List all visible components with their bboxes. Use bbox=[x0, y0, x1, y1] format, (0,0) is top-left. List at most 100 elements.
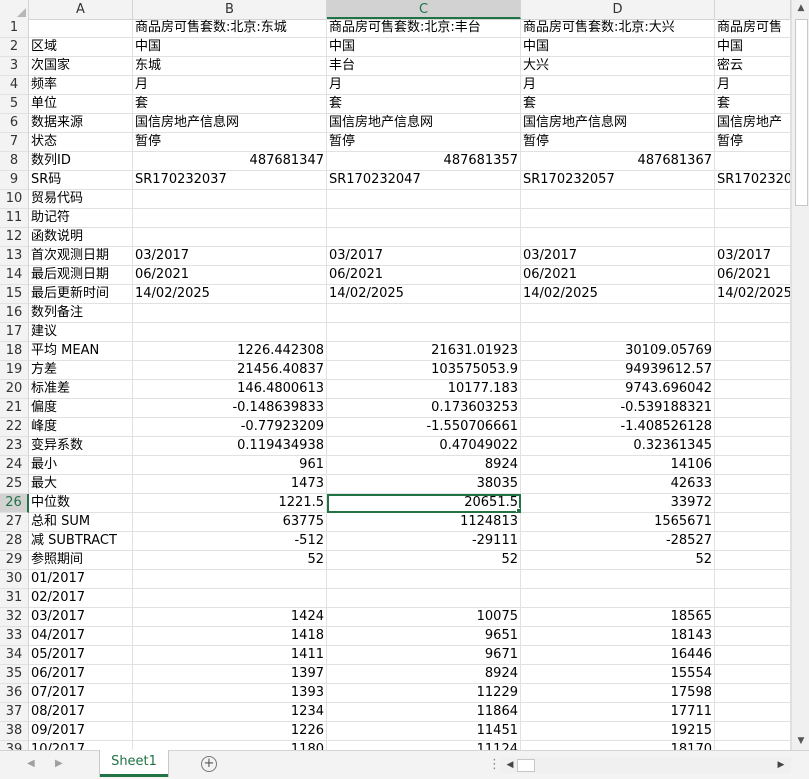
cell[interactable]: 月 bbox=[133, 76, 327, 95]
row-header[interactable]: 11 bbox=[0, 209, 29, 228]
cell[interactable] bbox=[327, 323, 521, 342]
cell[interactable]: 18143 bbox=[521, 627, 715, 646]
cell[interactable]: -0.77923209 bbox=[133, 418, 327, 437]
cell[interactable]: 商品房可售 bbox=[715, 19, 791, 38]
cell-label[interactable]: 中位数 bbox=[29, 494, 133, 513]
row-header[interactable]: 5 bbox=[0, 95, 29, 114]
cell[interactable] bbox=[715, 304, 791, 323]
cell[interactable] bbox=[715, 532, 791, 551]
cell[interactable]: 14/02/2025 bbox=[327, 285, 521, 304]
cell[interactable] bbox=[327, 589, 521, 608]
row-header[interactable]: 10 bbox=[0, 190, 29, 209]
cell[interactable]: 暂停 bbox=[521, 133, 715, 152]
cell-label[interactable]: 01/2017 bbox=[29, 570, 133, 589]
cell-label[interactable]: 峰度 bbox=[29, 418, 133, 437]
cell[interactable] bbox=[521, 589, 715, 608]
cell[interactable] bbox=[133, 323, 327, 342]
cell-label[interactable]: 数列ID bbox=[29, 152, 133, 171]
cell[interactable] bbox=[133, 190, 327, 209]
cell[interactable] bbox=[327, 209, 521, 228]
cell[interactable]: 11229 bbox=[327, 684, 521, 703]
cell-label[interactable]: 首次观测日期 bbox=[29, 247, 133, 266]
row-header[interactable]: 34 bbox=[0, 646, 29, 665]
cell[interactable] bbox=[715, 342, 791, 361]
cell-label[interactable]: 次国家 bbox=[29, 57, 133, 76]
cell[interactable]: 52 bbox=[327, 551, 521, 570]
row-header[interactable]: 21 bbox=[0, 399, 29, 418]
triangle-left-icon[interactable]: ◀ bbox=[27, 758, 35, 769]
cell[interactable]: 961 bbox=[133, 456, 327, 475]
row-header[interactable]: 9 bbox=[0, 171, 29, 190]
cell-label[interactable]: 单位 bbox=[29, 95, 133, 114]
cell[interactable]: 11451 bbox=[327, 722, 521, 741]
cell[interactable]: 06/2021 bbox=[715, 266, 791, 285]
row-header[interactable]: 6 bbox=[0, 114, 29, 133]
cell[interactable]: 商品房可售套数:北京:丰台 bbox=[327, 19, 521, 38]
cell-label[interactable]: 03/2017 bbox=[29, 608, 133, 627]
column-header-a[interactable]: A bbox=[29, 0, 133, 19]
triangle-right-icon[interactable]: ▶ bbox=[55, 758, 63, 769]
cell[interactable]: 42633 bbox=[521, 475, 715, 494]
cell-label[interactable]: 平均 MEAN bbox=[29, 342, 133, 361]
cell[interactable]: 10075 bbox=[327, 608, 521, 627]
cell[interactable]: 9671 bbox=[327, 646, 521, 665]
cell[interactable] bbox=[715, 228, 791, 247]
row-header[interactable]: 7 bbox=[0, 133, 29, 152]
column-header-e[interactable] bbox=[715, 0, 791, 19]
row-header[interactable]: 22 bbox=[0, 418, 29, 437]
row-header[interactable]: 37 bbox=[0, 703, 29, 722]
cell[interactable]: 30109.05769 bbox=[521, 342, 715, 361]
cell-label[interactable]: 状态 bbox=[29, 133, 133, 152]
cell[interactable] bbox=[521, 209, 715, 228]
cell[interactable]: 17598 bbox=[521, 684, 715, 703]
cell[interactable]: 商品房可售套数:北京:东城 bbox=[133, 19, 327, 38]
cell[interactable] bbox=[133, 304, 327, 323]
cell[interactable]: SR170232047 bbox=[327, 171, 521, 190]
cell[interactable] bbox=[715, 589, 791, 608]
cell-label[interactable]: 贸易代码 bbox=[29, 190, 133, 209]
cell-label[interactable]: 数列备注 bbox=[29, 304, 133, 323]
row-header[interactable]: 12 bbox=[0, 228, 29, 247]
cell[interactable] bbox=[715, 380, 791, 399]
cell[interactable]: 国信房地产信息网 bbox=[521, 114, 715, 133]
cell[interactable]: 06/2021 bbox=[133, 266, 327, 285]
cell-label[interactable]: 最大 bbox=[29, 475, 133, 494]
column-header-b[interactable]: B bbox=[133, 0, 327, 19]
row-header[interactable]: 1 bbox=[0, 19, 29, 38]
cell[interactable]: 16446 bbox=[521, 646, 715, 665]
cell-label[interactable]: 减 SUBTRACT bbox=[29, 532, 133, 551]
cell[interactable] bbox=[133, 570, 327, 589]
cell-label[interactable]: 参照期间 bbox=[29, 551, 133, 570]
row-header[interactable]: 39 bbox=[0, 741, 29, 750]
cell[interactable]: 487681357 bbox=[327, 152, 521, 171]
triangle-up-icon[interactable]: ▲ bbox=[792, 0, 809, 17]
select-all-button[interactable] bbox=[0, 0, 29, 19]
cell[interactable]: SR1702320 bbox=[715, 171, 791, 190]
cell-label[interactable]: 最后观测日期 bbox=[29, 266, 133, 285]
cell[interactable] bbox=[715, 570, 791, 589]
cell[interactable]: -512 bbox=[133, 532, 327, 551]
cell-label[interactable]: 方差 bbox=[29, 361, 133, 380]
cell[interactable] bbox=[715, 703, 791, 722]
cell[interactable] bbox=[715, 646, 791, 665]
cell[interactable] bbox=[715, 190, 791, 209]
row-header[interactable]: 35 bbox=[0, 665, 29, 684]
spreadsheet-grid[interactable]: A B C D 1 商品房可售套数:北京:东城 商品房可售套数:北京:丰台 商品房可售… bbox=[0, 0, 791, 750]
cell[interactable]: 9651 bbox=[327, 627, 521, 646]
row-header[interactable]: 8 bbox=[0, 152, 29, 171]
cell[interactable]: 11864 bbox=[327, 703, 521, 722]
cell[interactable]: 18170 bbox=[521, 741, 715, 750]
row-header[interactable]: 2 bbox=[0, 38, 29, 57]
cell[interactable] bbox=[521, 323, 715, 342]
cell[interactable]: 套 bbox=[715, 95, 791, 114]
cell-label[interactable]: 04/2017 bbox=[29, 627, 133, 646]
cell-label[interactable]: 频率 bbox=[29, 76, 133, 95]
row-header[interactable]: 18 bbox=[0, 342, 29, 361]
cell[interactable]: 38035 bbox=[327, 475, 521, 494]
active-cell[interactable]: 20651.5 bbox=[327, 494, 521, 513]
cell[interactable]: 06/2021 bbox=[521, 266, 715, 285]
cell[interactable]: -1.408526128 bbox=[521, 418, 715, 437]
cell-label[interactable]: 06/2017 bbox=[29, 665, 133, 684]
cell[interactable]: 国信房地产信息网 bbox=[327, 114, 521, 133]
cell[interactable] bbox=[327, 570, 521, 589]
